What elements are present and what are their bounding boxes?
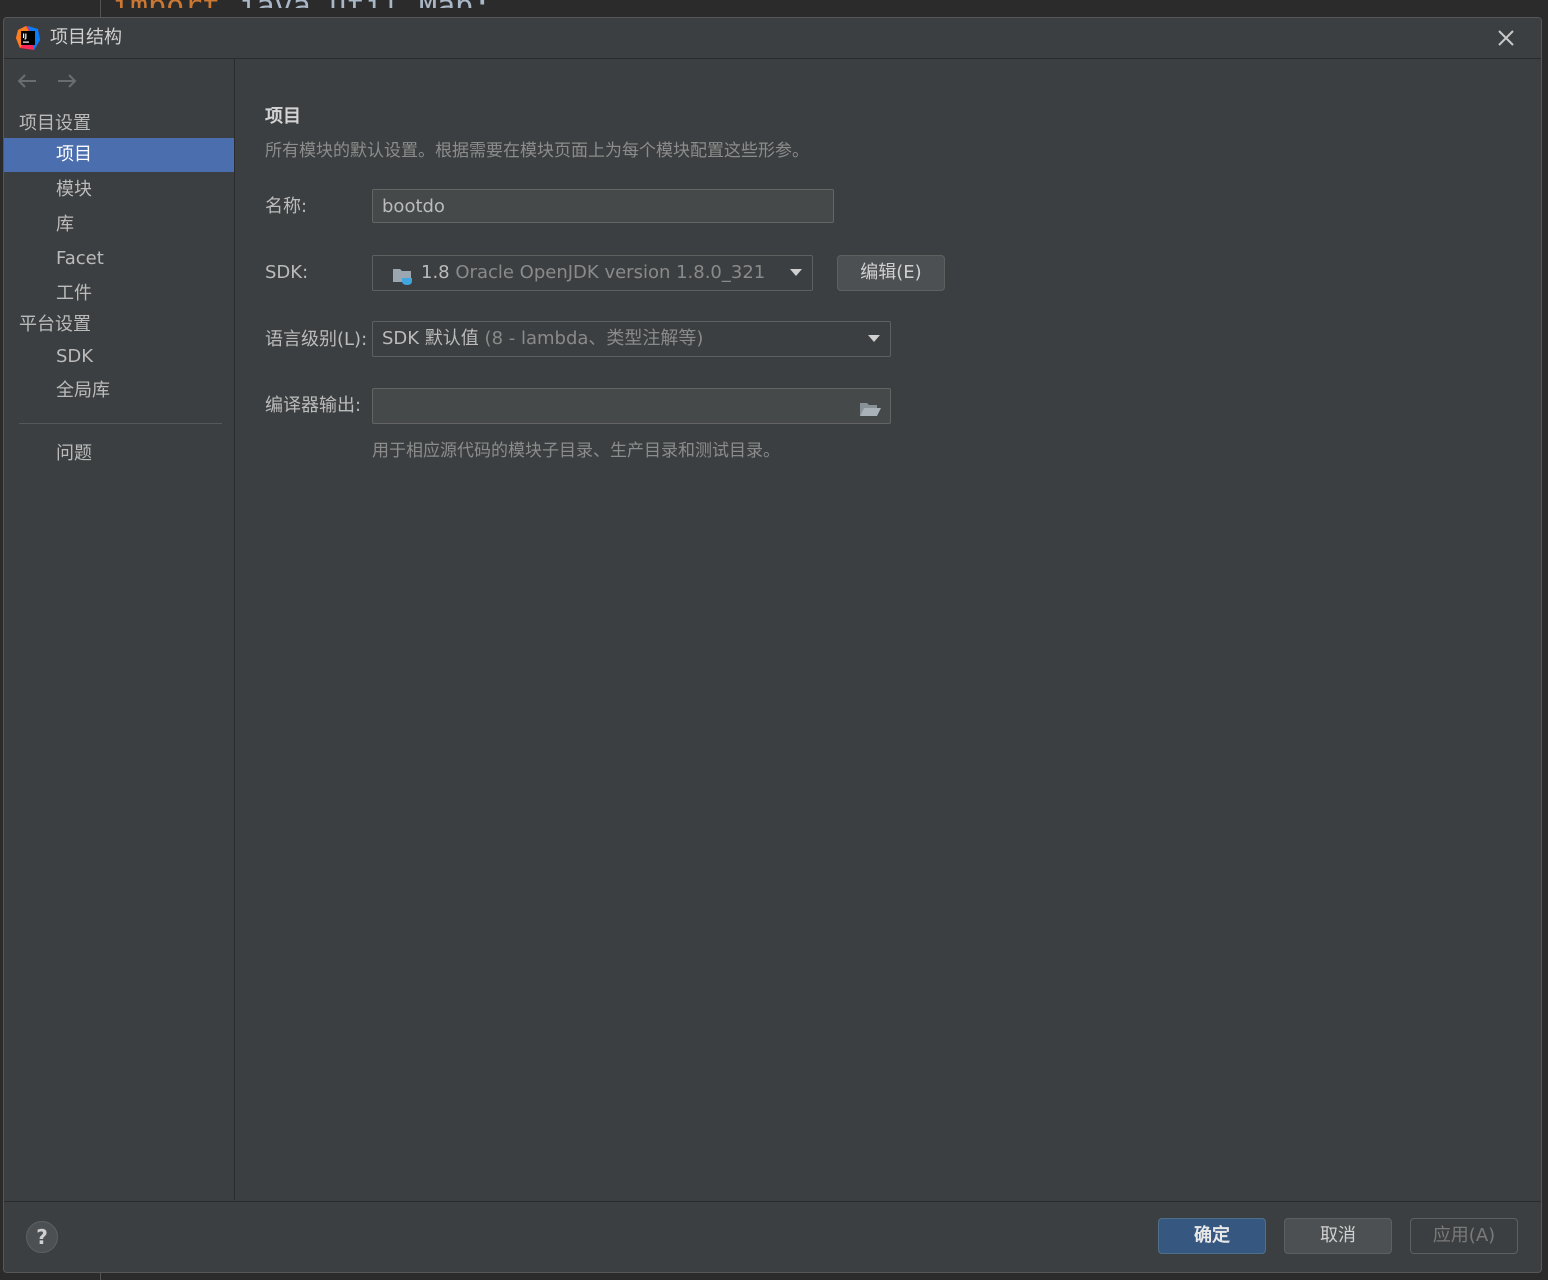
sdk-edit-button[interactable]: 编辑(E) (837, 255, 945, 291)
language-level-detail: (8 - lambda、类型注解等) (484, 328, 704, 349)
cancel-button[interactable]: 取消 (1284, 1218, 1392, 1254)
sdk-version: 1.8 (421, 262, 450, 283)
project-name-input[interactable] (372, 189, 834, 223)
help-button[interactable]: ? (26, 1221, 58, 1253)
section-description: 所有模块的默认设置。根据需要在模块页面上为每个模块配置这些形参。 (265, 141, 809, 161)
dialog-footer: ? 确定 取消 应用(A) (4, 1201, 1541, 1272)
sidebar-item-modules[interactable]: 模块 (4, 173, 234, 207)
editor-code-line: import java.util.Map; (112, 0, 491, 8)
language-level-value: SDK 默认值 (382, 328, 479, 349)
sidebar-item-sdks[interactable]: SDK (4, 340, 234, 374)
group-project-settings: 项目设置 (19, 113, 91, 134)
settings-sidebar: 项目设置 项目 模块 库 Facet 工件 平台设置 SDK 全局库 问题 (4, 59, 235, 1200)
project-settings-panel: 项目 所有模块的默认设置。根据需要在模块页面上为每个模块配置这些形参。 名称: … (235, 59, 1541, 1200)
sdk-select[interactable]: 1.8 Oracle OpenJDK version 1.8.0_321 (372, 255, 813, 291)
apply-button[interactable]: 应用(A) (1410, 1218, 1518, 1254)
dialog-title: 项目结构 (50, 27, 122, 48)
folder-open-icon[interactable] (858, 397, 882, 416)
svg-text:IJ: IJ (23, 33, 27, 40)
sidebar-item-libraries[interactable]: 库 (4, 208, 234, 242)
sidebar-item-problems[interactable]: 问题 (4, 437, 234, 471)
arrow-right-icon[interactable] (56, 72, 78, 90)
compiler-output-hint: 用于相应源代码的模块子目录、生产目录和测试目录。 (372, 441, 780, 461)
sidebar-item-facets[interactable]: Facet (4, 242, 234, 276)
close-icon[interactable] (1495, 27, 1517, 49)
ok-button[interactable]: 确定 (1158, 1218, 1266, 1254)
sidebar-item-artifacts[interactable]: 工件 (4, 277, 234, 311)
chevron-down-icon (790, 269, 802, 276)
language-level-label: 语言级别(L): (265, 329, 368, 350)
arrow-left-icon[interactable] (16, 72, 38, 90)
chevron-down-icon (868, 335, 880, 342)
intellij-idea-icon: IJ (16, 26, 40, 50)
sidebar-item-global-libraries[interactable]: 全局库 (4, 374, 234, 408)
editor-gutter-line (100, 0, 101, 18)
language-level-select[interactable]: SDK 默认值 (8 - lambda、类型注解等) (372, 321, 891, 357)
project-structure-dialog: IJ 项目结构 项目设置 项目 模块 库 Facet 工件 平台设置 SDK 全… (3, 17, 1542, 1273)
sidebar-divider (19, 423, 222, 424)
compiler-output-label: 编译器输出: (265, 395, 362, 416)
dialog-titlebar: IJ 项目结构 (4, 18, 1541, 59)
sdk-label: SDK: (265, 262, 309, 283)
name-label: 名称: (265, 196, 308, 217)
section-title: 项目 (265, 106, 301, 127)
jdk-folder-icon (392, 264, 414, 285)
sdk-description: Oracle OpenJDK version 1.8.0_321 (455, 262, 766, 283)
compiler-output-input[interactable] (372, 388, 891, 424)
sidebar-item-project[interactable]: 项目 (4, 138, 234, 172)
group-platform-settings: 平台设置 (19, 314, 91, 335)
